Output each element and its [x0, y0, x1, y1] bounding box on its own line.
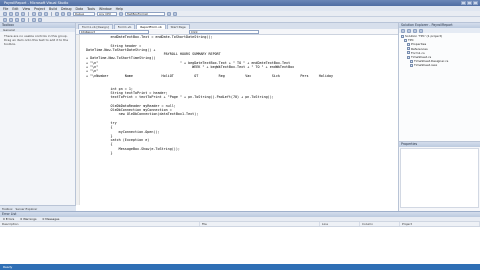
- menu-view[interactable]: View: [23, 7, 31, 11]
- outdent-icon[interactable]: [9, 17, 13, 22]
- column-line[interactable]: Line: [320, 222, 360, 226]
- toolbar-separator: [28, 11, 29, 16]
- view-code-icon[interactable]: [419, 28, 423, 33]
- editor-gutter: [76, 35, 80, 205]
- menu-file[interactable]: File: [3, 7, 8, 11]
- column-description[interactable]: Description: [0, 222, 200, 226]
- error-list-pane: Error List 0 Errors 0 Warnings 0 Message…: [0, 211, 480, 264]
- show-all-files-icon[interactable]: [407, 28, 411, 33]
- toolbox-pane: Toolbox General There are no usable cont…: [0, 23, 76, 205]
- properties-title: Properties: [399, 142, 480, 147]
- save-all-icon[interactable]: [21, 11, 25, 16]
- menu-window[interactable]: Window: [99, 7, 112, 11]
- code-file-icon: [410, 59, 413, 63]
- configuration-select[interactable]: Debug: [73, 11, 95, 16]
- code-editor[interactable]: endDateTextBox.Text = endDate.ToShortDat…: [76, 35, 398, 205]
- cut-icon[interactable]: [32, 11, 36, 16]
- undo-icon[interactable]: [55, 11, 59, 16]
- resource-file-icon: [410, 63, 413, 67]
- properties-icon[interactable]: [173, 11, 177, 16]
- menu-debug[interactable]: Debug: [61, 7, 71, 11]
- folder-icon: [407, 42, 410, 46]
- tree-item-label: TimeSheet.resx: [414, 63, 438, 68]
- save-icon[interactable]: [15, 11, 19, 16]
- solution-explorer-pane: Solution Explorer - PayrollReport Soluti…: [398, 23, 480, 141]
- comment-icon[interactable]: [15, 17, 19, 22]
- form-icon: [407, 55, 410, 59]
- tab-toolbox[interactable]: Toolbox: [2, 207, 13, 211]
- refresh-icon[interactable]: [413, 28, 417, 33]
- properties-icon[interactable]: [401, 28, 405, 33]
- paste-icon[interactable]: [44, 11, 48, 16]
- open-file-icon[interactable]: [9, 11, 13, 16]
- find-icon[interactable]: [119, 11, 123, 16]
- bookmark-icon[interactable]: [32, 17, 36, 22]
- menu-tools[interactable]: Tools: [87, 7, 95, 11]
- code-lines: endDateTextBox.Text = endDate.ToShortDat…: [86, 35, 396, 155]
- menu-edit[interactable]: Edit: [12, 7, 18, 11]
- toolbar-separator: [28, 17, 29, 22]
- menu-build[interactable]: Build: [49, 7, 57, 11]
- start-debug-icon[interactable]: [67, 11, 71, 16]
- platform-select[interactable]: Any CPU: [97, 11, 117, 16]
- copy-icon[interactable]: [38, 11, 42, 16]
- tab-server-explorer[interactable]: Server Explorer: [16, 207, 38, 211]
- menu-project[interactable]: Project: [34, 7, 45, 11]
- references-icon: [407, 47, 410, 51]
- maximize-button[interactable]: [467, 1, 472, 5]
- indent-icon[interactable]: [3, 17, 7, 22]
- window-title: PayrollReport - Microsoft Visual Studio: [4, 1, 69, 5]
- next-bookmark-icon[interactable]: [38, 17, 42, 22]
- toolbar-separator: [51, 11, 52, 16]
- solution-tree: Solution 'TPC' (1 project) TPC Propertie…: [399, 33, 480, 69]
- tree-item[interactable]: TimeSheet.resx: [401, 63, 478, 67]
- column-project[interactable]: Project: [400, 222, 480, 226]
- form-icon: [407, 51, 410, 55]
- column-file[interactable]: File: [200, 222, 320, 226]
- minimize-button[interactable]: [461, 1, 466, 5]
- warnings-filter-button[interactable]: 0 Warnings: [20, 217, 36, 221]
- properties-pane: Properties: [398, 141, 480, 211]
- menu-help[interactable]: Help: [116, 7, 123, 11]
- close-button[interactable]: [473, 1, 478, 5]
- errors-filter-button[interactable]: 0 Errors: [3, 217, 14, 221]
- messages-filter-button[interactable]: 0 Messages: [42, 217, 59, 221]
- column-column[interactable]: Column: [360, 222, 400, 226]
- code-line: }: [86, 151, 113, 156]
- uncomment-icon[interactable]: [21, 17, 25, 22]
- status-bar: Ready: [0, 264, 480, 270]
- project-icon: [404, 38, 407, 42]
- solution-icon: [401, 34, 404, 38]
- member-dropdown[interactable]: Click: [189, 29, 259, 34]
- toolbox-empty-message: There are no usable controls in this gro…: [4, 34, 69, 46]
- new-project-icon[interactable]: [3, 11, 7, 16]
- solution-explorer-icon[interactable]: [167, 11, 171, 16]
- menu-data[interactable]: Data: [76, 7, 84, 11]
- redo-icon[interactable]: [61, 11, 65, 16]
- error-list-header: Description File Line Column Project: [0, 222, 480, 227]
- properties-grid[interactable]: [400, 148, 479, 208]
- find-combo[interactable]: TextBoxFormat: [125, 11, 165, 16]
- class-dropdown[interactable]: btnReport: [79, 29, 149, 34]
